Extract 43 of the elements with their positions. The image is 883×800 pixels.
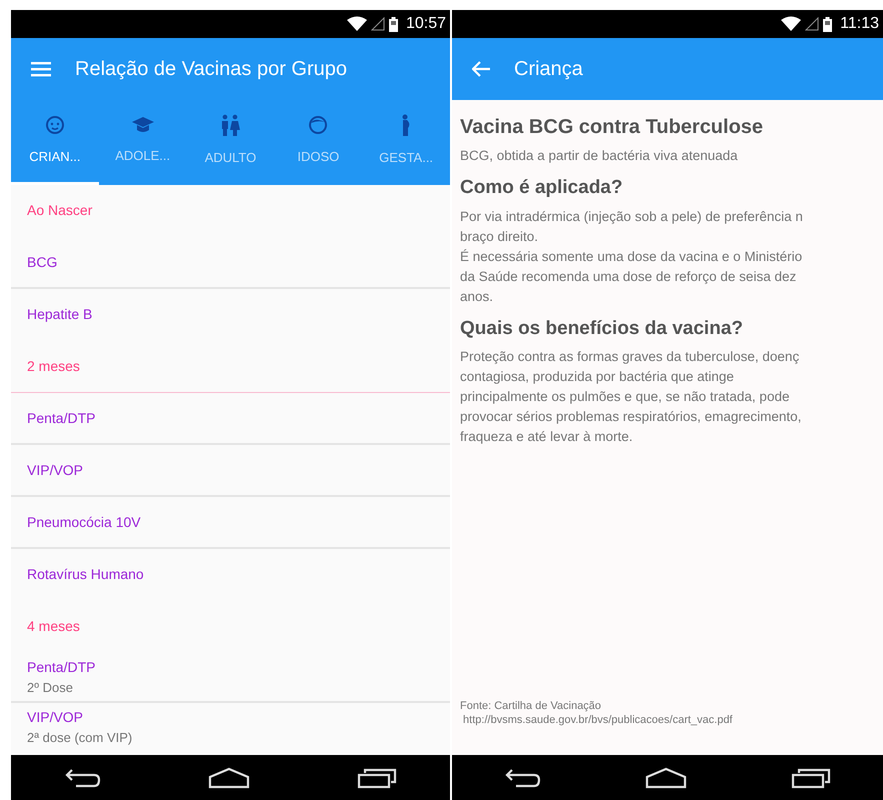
vaccine-list-item[interactable]: VIP/VOP <box>11 445 450 497</box>
home-icon[interactable] <box>208 766 250 788</box>
battery-icon <box>388 16 398 32</box>
home-icon[interactable] <box>645 766 688 788</box>
article-paragraph: BCG, obtida a partir de bactéria viva atenuada <box>460 147 739 165</box>
vaccine-list-item[interactable]: Penta/DTP <box>11 393 450 445</box>
clock-time: 10:57 <box>406 16 446 32</box>
back-arrow-icon[interactable] <box>472 61 490 77</box>
dose-note: 2ª dose (com VIP) <box>27 728 134 747</box>
menu-icon[interactable] <box>31 61 51 77</box>
signal-icon <box>370 17 385 31</box>
wifi-icon <box>781 16 802 32</box>
article-paragraph: Por via intradérmica (injeção sob a pele) de preferência n braço direito. É necessária somente uma dose da vacina e o Ministério da Saúde recomenda uma dose de reforço de seisa dez anos. <box>460 208 804 306</box>
signal-icon <box>805 17 820 31</box>
battery-icon <box>823 16 832 32</box>
recents-icon[interactable] <box>356 766 397 788</box>
app-title: Relação de Vacinas por Grupo <box>75 57 348 82</box>
vaccine-list-item[interactable]: VIP/VOP 2ª dose (com VIP) <box>11 703 450 753</box>
boy-face-icon <box>308 115 328 136</box>
people-icon <box>220 114 240 136</box>
back-icon[interactable] <box>64 766 102 788</box>
vaccine-list-item[interactable]: Rotavírus Humano <box>11 549 450 601</box>
article-title: Vacina BCG contra Tuberculose <box>460 115 764 140</box>
clock-time: 11:13 <box>840 16 879 32</box>
section-header: 4 meses <box>26 616 81 636</box>
wifi-icon <box>346 16 367 32</box>
group-tab[interactable]: CRIAN... <box>11 100 99 185</box>
dose-note: 2º Dose <box>27 678 74 697</box>
source-note: Fonte: Cartilha de Vacinação http://bvsms.saude.gov.br/bvs/publicacoes/cart_vac.pdf <box>460 699 734 727</box>
back-icon[interactable] <box>504 766 542 788</box>
vaccine-list-item[interactable]: Penta/DTP 2º Dose <box>11 653 450 703</box>
vaccine-list-item[interactable]: Pneumocócia 10V <box>11 497 450 549</box>
section-heading: Quais os benefícios da vacina? <box>460 316 744 340</box>
section-heading: Como é aplicada? <box>460 176 624 200</box>
app-title: Criança <box>514 57 583 82</box>
section-header: 2 meses <box>11 341 450 393</box>
section-header: Ao Nascer <box>26 200 94 220</box>
article-paragraph: Proteção contra as formas graves da tuberculose, doenç contagiosa, produzida por bactéria que atinge principalmente os pulmões e que, se não tratada, pode provocar sérios problemas respiratórios, emagrecimento, fraqueza e até levar à morte. <box>460 348 802 446</box>
baby-face-icon <box>44 115 65 136</box>
recents-icon[interactable] <box>791 766 832 788</box>
vaccine-list-item[interactable]: Hepatite B <box>11 289 450 341</box>
vaccine-list-item[interactable]: BCG <box>11 237 450 289</box>
graduation-cap-icon <box>132 116 154 134</box>
